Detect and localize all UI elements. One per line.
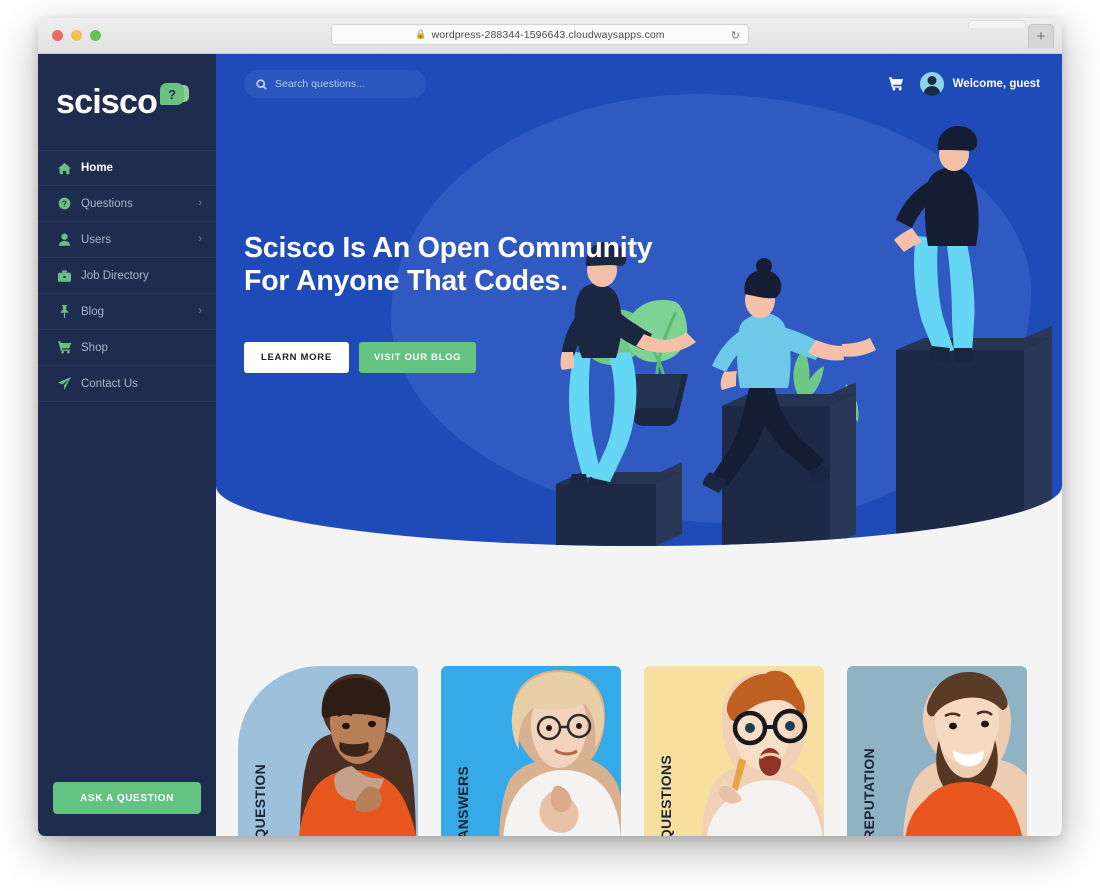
card-label: REPUTATION — [861, 748, 877, 836]
new-tab-button[interactable]: + — [1028, 24, 1054, 48]
sidebar-item-shop[interactable]: Shop — [38, 330, 216, 366]
sidebar-nav: Home ? Questions › Users › Job Directory… — [38, 150, 216, 402]
shopping-cart-icon[interactable] — [888, 77, 904, 91]
sidebar-item-job-directory[interactable]: Job Directory — [38, 258, 216, 294]
sidebar-item-blog[interactable]: Blog › — [38, 294, 216, 330]
search-icon — [256, 78, 267, 90]
learn-more-button[interactable]: LEARN MORE — [244, 342, 349, 373]
sidebar-item-home[interactable]: Home — [38, 150, 216, 186]
close-window-button[interactable] — [52, 30, 63, 41]
lock-icon: 🔒 — [415, 29, 427, 39]
tab-strip[interactable] — [968, 20, 1026, 28]
hero-title-line-1: Scisco Is An Open Community — [244, 232, 653, 264]
ask-a-question-button[interactable]: ASK A QUESTION — [53, 782, 201, 814]
briefcase-icon — [56, 269, 73, 282]
search-input[interactable]: Search questions... — [244, 70, 426, 98]
paper-plane-icon — [56, 377, 73, 390]
sidebar-item-contact-us[interactable]: Contact Us — [38, 366, 216, 402]
main-content: Search questions... Welcome, guest Scisc… — [216, 54, 1062, 836]
top-bar-right: Welcome, guest — [888, 72, 1040, 96]
address-bar[interactable]: 🔒 wordpress-288344-1596643.cloudwaysapps… — [331, 24, 749, 45]
hero-cta-group: LEARN MORE VISIT OUR BLOG — [244, 342, 477, 373]
hero-illustration — [556, 126, 1052, 546]
chevron-right-icon: › — [198, 233, 202, 245]
chevron-right-icon: › — [198, 305, 202, 317]
card-questions[interactable]: QUESTIONS — [644, 666, 824, 836]
reload-icon[interactable]: ↻ — [731, 29, 740, 42]
person-photo — [702, 670, 824, 836]
user-menu[interactable]: Welcome, guest — [919, 72, 1040, 96]
top-bar: Search questions... Welcome, guest — [216, 54, 1062, 114]
hero-section: Search questions... Welcome, guest Scisc… — [216, 54, 1062, 546]
sidebar-item-label: Blog — [81, 305, 105, 318]
browser-titlebar: 🔒 wordpress-288344-1596643.cloudwaysapps… — [38, 18, 1062, 54]
sidebar-item-questions[interactable]: ? Questions › — [38, 186, 216, 222]
card-answers[interactable]: ANSWERS — [441, 666, 621, 836]
page-viewport: scisco ? Home ? Questions › Users › Job … — [38, 54, 1062, 836]
card-reputation[interactable]: REPUTATION — [847, 666, 1027, 836]
sidebar-item-label: Questions — [81, 197, 133, 210]
sidebar-item-users[interactable]: Users › — [38, 222, 216, 258]
minimize-window-button[interactable] — [71, 30, 82, 41]
question-circle-icon: ? — [56, 197, 73, 210]
url-text: wordpress-288344-1596643.cloudwaysapps.c… — [431, 28, 665, 41]
sidebar: scisco ? Home ? Questions › Users › Job … — [38, 54, 216, 836]
hero-title-line-2: For Anyone That Codes. — [244, 265, 568, 298]
person-photo — [499, 670, 621, 836]
person-photo — [299, 674, 417, 836]
search-placeholder: Search questions... — [275, 78, 365, 90]
logo-text: scisco — [56, 83, 158, 121]
shopping-cart-icon — [56, 341, 73, 354]
logo-badge-text: ? — [168, 86, 177, 102]
svg-text:?: ? — [62, 199, 67, 208]
card-label: ANSWERS — [455, 766, 471, 836]
sidebar-item-label: Users — [81, 233, 112, 246]
card-label: QUESTION — [252, 764, 268, 836]
person-photo — [903, 672, 1027, 836]
category-cards: QUESTION ANSWERS QUESTIONS REPUTATION — [216, 666, 1062, 836]
sidebar-item-label: Job Directory — [81, 269, 149, 282]
thumbtack-icon — [56, 305, 73, 318]
page-title: Scisco Is An Open Community For Anyone T… — [244, 232, 653, 298]
browser-window: 🔒 wordpress-288344-1596643.cloudwaysapps… — [38, 18, 1062, 836]
home-icon — [56, 162, 73, 175]
avatar — [919, 72, 944, 96]
speech-bubble-icon: ? — [160, 83, 190, 108]
window-controls — [52, 30, 101, 41]
sidebar-item-label: Contact Us — [81, 377, 138, 390]
chevron-right-icon: › — [198, 197, 202, 209]
welcome-text: Welcome, guest — [952, 78, 1040, 90]
site-logo[interactable]: scisco ? — [38, 54, 216, 150]
sidebar-item-label: Home — [81, 162, 113, 174]
card-label: QUESTIONS — [658, 754, 674, 836]
maximize-window-button[interactable] — [90, 30, 101, 41]
visit-our-blog-button[interactable]: VISIT OUR BLOG — [358, 342, 477, 373]
card-question[interactable]: QUESTION — [238, 666, 418, 836]
sidebar-item-label: Shop — [81, 341, 108, 354]
user-icon — [56, 233, 73, 246]
